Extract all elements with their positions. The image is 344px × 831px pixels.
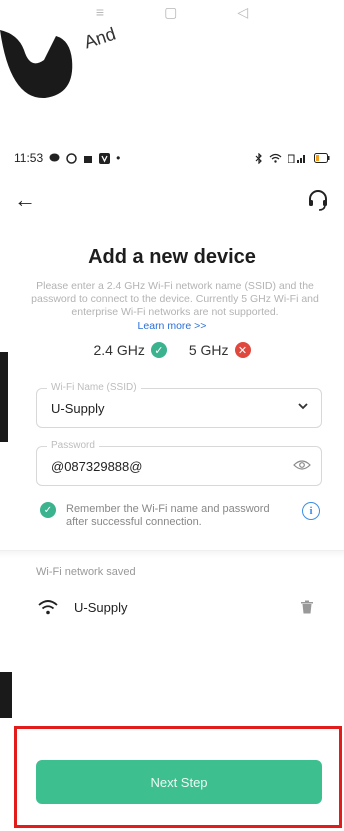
band-24-label: 2.4 GHz xyxy=(93,342,145,358)
app-icon xyxy=(66,152,77,164)
trash-icon[interactable] xyxy=(300,600,314,614)
status-right xyxy=(255,152,330,164)
chevron-down-icon[interactable] xyxy=(297,399,309,413)
home-icon[interactable]: ▢ xyxy=(164,4,177,21)
battery-icon xyxy=(314,153,330,163)
remember-text: Remember the Wi-Fi name and password aft… xyxy=(66,503,270,528)
remember-option[interactable]: ✓ Remember the Wi-Fi name and password a… xyxy=(40,502,320,532)
section-divider xyxy=(0,550,344,558)
ssid-label: Wi-Fi Name (SSID) xyxy=(47,382,141,393)
status-bar: 11:53 • xyxy=(14,148,330,168)
decorative-blob xyxy=(0,30,73,99)
status-left: 11:53 • xyxy=(14,151,120,165)
checkbox-checked-icon[interactable]: ✓ xyxy=(40,502,56,518)
back-nav-icon[interactable]: ◁ xyxy=(237,4,248,21)
saved-network-name: U-Supply xyxy=(74,599,128,615)
wifi-icon xyxy=(38,600,58,615)
password-value: @087329888@ xyxy=(51,459,143,474)
signal-icon xyxy=(288,154,305,163)
app-bar: ← xyxy=(14,186,330,214)
status-dot: • xyxy=(116,151,121,165)
next-step-button[interactable]: Next Step xyxy=(36,760,322,804)
decorative-strip xyxy=(0,352,8,442)
decorative-strip xyxy=(0,672,12,718)
learn-more-link[interactable]: Learn more >> xyxy=(0,320,344,332)
back-button[interactable]: ← xyxy=(14,187,36,213)
wifi-status-icon xyxy=(269,153,282,163)
password-field[interactable]: Password @087329888@ xyxy=(36,440,322,486)
chat-icon xyxy=(49,153,60,162)
page-description: Please enter a 2.4 GHz Wi-Fi network nam… xyxy=(31,280,319,318)
ssid-value: U-Supply xyxy=(51,401,105,416)
menu-icon[interactable]: ≡ xyxy=(96,4,104,20)
band-support: 2.4 GHz ✓ 5 GHz ✕ xyxy=(0,342,344,358)
password-label: Password xyxy=(47,440,99,451)
v-app-icon xyxy=(99,152,111,164)
cross-icon: ✕ xyxy=(234,342,251,358)
saved-networks-label: Wi-Fi network saved xyxy=(36,566,136,578)
page-title: Add a new device xyxy=(88,246,256,268)
ssid-select[interactable]: Wi-Fi Name (SSID) U-Supply xyxy=(36,382,322,428)
bluetooth-icon xyxy=(255,152,262,164)
saved-network-row[interactable]: U-Supply xyxy=(38,595,314,619)
decorative-text: And xyxy=(81,23,119,53)
bag-icon xyxy=(84,156,93,163)
band-5-label: 5 GHz xyxy=(188,342,229,358)
check-icon: ✓ xyxy=(150,342,167,358)
headset-support-icon[interactable] xyxy=(306,188,330,212)
info-icon[interactable]: i xyxy=(302,502,320,520)
eye-icon[interactable] xyxy=(293,458,311,472)
status-time: 11:53 xyxy=(14,151,44,165)
